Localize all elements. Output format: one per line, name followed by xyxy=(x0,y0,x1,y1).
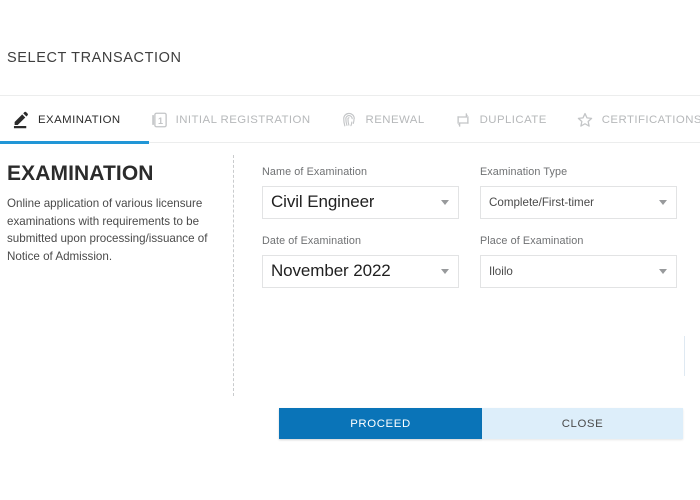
transaction-content: EXAMINATION Online application of variou… xyxy=(0,144,700,396)
tab-duplicate[interactable]: DUPLICATE xyxy=(453,97,547,143)
field-name-of-examination: Name of Examination Civil Engineer xyxy=(262,166,459,219)
number-one-icon: 1 xyxy=(149,110,169,130)
proceed-button[interactable]: PROCEED xyxy=(279,408,482,439)
chevron-down-icon xyxy=(441,200,449,206)
field-name-of-examination-label: Name of Examination xyxy=(262,166,368,178)
place-of-examination-select[interactable]: Iloilo xyxy=(480,254,677,288)
page-header: SELECT TRANSACTION xyxy=(0,0,700,96)
pencil-icon xyxy=(11,110,31,130)
chevron-down-icon xyxy=(659,269,667,275)
place-of-examination-value: Iloilo xyxy=(489,264,513,278)
transaction-tab-bar: EXAMINATION 1 INITIAL REGISTRATION RENEW… xyxy=(0,97,700,144)
fingerprint-icon xyxy=(339,110,359,130)
tab-examination[interactable]: EXAMINATION xyxy=(0,97,149,144)
chevron-down-icon xyxy=(659,200,667,206)
field-date-of-examination-label: Date of Examination xyxy=(262,234,362,247)
tab-duplicate-label: DUPLICATE xyxy=(479,113,547,126)
form-row-2: Date of Examination November 2022 Place … xyxy=(262,235,682,288)
examination-type-value: Complete/First-timer xyxy=(489,195,595,209)
examination-description: Online application of various licensure … xyxy=(7,197,208,263)
duplicate-icon xyxy=(453,110,473,130)
form-row-1: Name of Examination Civil Engineer Exami… xyxy=(262,166,682,219)
tab-certifications[interactable]: CERTIFICATIONS xyxy=(575,97,700,143)
chevron-down-icon xyxy=(441,269,449,275)
vertical-divider xyxy=(233,155,234,396)
field-place-of-examination: Place of Examination Iloilo xyxy=(480,235,677,288)
close-button[interactable]: CLOSE xyxy=(482,408,683,439)
scrollbar-track[interactable] xyxy=(684,336,685,376)
page-title: SELECT TRANSACTION xyxy=(7,50,182,66)
star-icon xyxy=(575,110,595,130)
examination-info-panel: EXAMINATION Online application of variou… xyxy=(7,162,219,266)
field-place-of-examination-label: Place of Examination xyxy=(480,234,584,247)
examination-type-select[interactable]: Complete/First-timer xyxy=(480,185,677,219)
tab-examination-label: EXAMINATION xyxy=(38,113,121,126)
date-of-examination-value: November 2022 xyxy=(271,261,391,281)
tab-initial-registration[interactable]: 1 INITIAL REGISTRATION xyxy=(149,97,311,143)
tab-initial-registration-label: INITIAL REGISTRATION xyxy=(175,113,311,126)
tab-certifications-label: CERTIFICATIONS xyxy=(601,113,700,126)
tab-renewal-label: RENEWAL xyxy=(365,113,425,126)
date-of-examination-select[interactable]: November 2022 xyxy=(262,254,459,288)
dialog-actions: PROCEED CLOSE xyxy=(279,408,683,439)
name-of-examination-select[interactable]: Civil Engineer xyxy=(262,185,459,219)
svg-text:1: 1 xyxy=(158,115,163,125)
field-examination-type-label: Examination Type xyxy=(480,166,568,178)
tab-renewal[interactable]: RENEWAL xyxy=(339,97,425,143)
examination-form: Name of Examination Civil Engineer Exami… xyxy=(262,166,682,304)
name-of-examination-value: Civil Engineer xyxy=(271,192,375,212)
field-examination-type: Examination Type Complete/First-timer xyxy=(480,166,677,219)
field-date-of-examination: Date of Examination November 2022 xyxy=(262,235,459,288)
examination-heading: EXAMINATION xyxy=(7,162,154,185)
